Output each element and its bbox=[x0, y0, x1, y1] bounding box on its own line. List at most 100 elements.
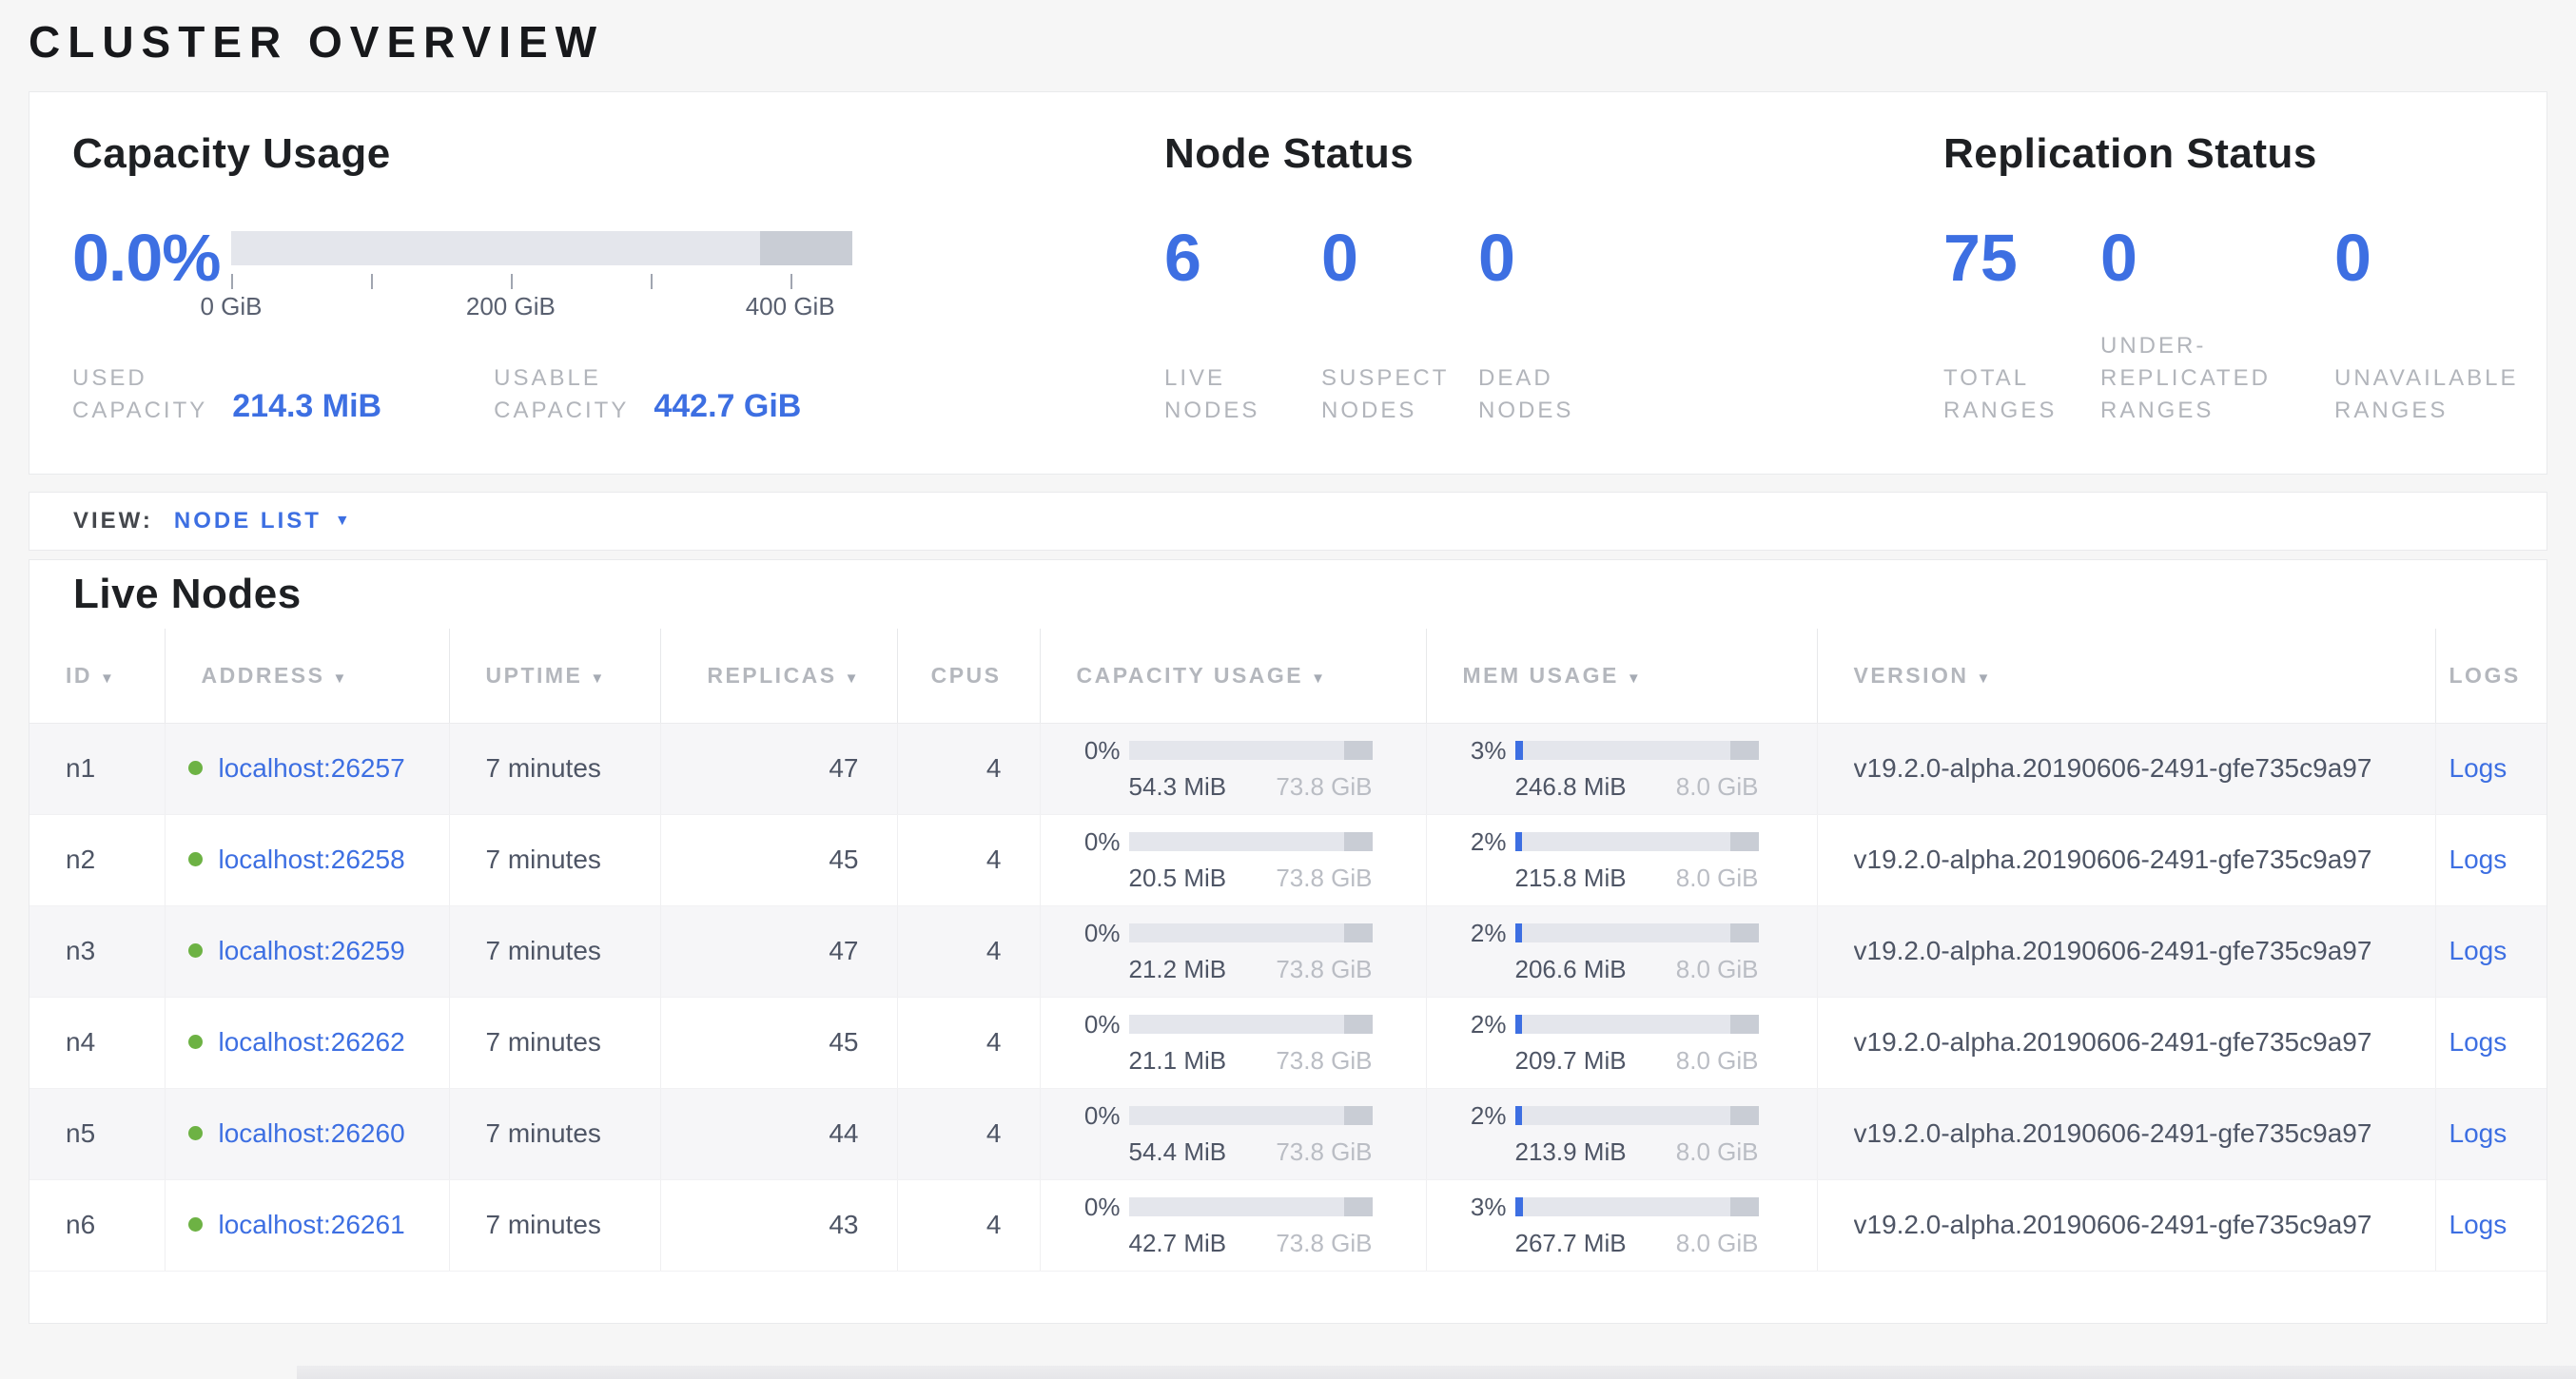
node-version-cell: v19.2.0-alpha.20190606-2491-gfe735c9a97 bbox=[1817, 814, 2435, 905]
capacity-gauge: 0 GiB 200 GiB 400 GiB bbox=[231, 220, 852, 328]
node-replicas-cell: 45 bbox=[660, 997, 897, 1088]
node-live-status-dot bbox=[188, 1035, 203, 1049]
node-version-cell: v19.2.0-alpha.20190606-2491-gfe735c9a97 bbox=[1817, 723, 2435, 814]
node-uptime-cell: 7 minutes bbox=[449, 905, 660, 997]
total-ranges-stat: 75 TOTAL RANGES bbox=[1943, 220, 2100, 427]
node-address-link[interactable]: localhost:26262 bbox=[219, 1027, 405, 1057]
node-logs-cell: Logs bbox=[2435, 814, 2547, 905]
mem-used-fill bbox=[1515, 1015, 1522, 1034]
table-row: n5 localhost:26260 7 minutes 44 4 0% 54.… bbox=[29, 1088, 2547, 1179]
table-row: n1 localhost:26257 7 minutes 47 4 0% 54.… bbox=[29, 723, 2547, 814]
node-id-cell: n2 bbox=[29, 814, 165, 905]
capacity-reserved-segment bbox=[1344, 832, 1372, 851]
view-label: VIEW: bbox=[73, 508, 153, 534]
node-logs-link[interactable]: Logs bbox=[2449, 936, 2508, 965]
node-logs-link[interactable]: Logs bbox=[2449, 1027, 2508, 1057]
node-logs-link[interactable]: Logs bbox=[2449, 1210, 2508, 1239]
live-nodes-card: Live Nodes ID▼ ADDRESS▼ UPTIME▼ REPLICAS… bbox=[29, 559, 2547, 1324]
column-header-capacity-usage[interactable]: CAPACITY USAGE▼ bbox=[1040, 629, 1426, 723]
axis-tick bbox=[371, 274, 373, 289]
node-mem-usage-cell: 3% 267.7 MiB 8.0 GiB bbox=[1426, 1179, 1817, 1271]
column-header-replicas[interactable]: REPLICAS▼ bbox=[660, 629, 897, 723]
column-header-cpus: CPUS bbox=[897, 629, 1040, 723]
mem-usage-bar bbox=[1515, 832, 1759, 851]
node-replicas-cell: 47 bbox=[660, 905, 897, 997]
node-address-cell: localhost:26262 bbox=[165, 997, 449, 1088]
mem-used-fill bbox=[1515, 832, 1522, 851]
sort-desc-icon: ▼ bbox=[100, 670, 114, 687]
node-logs-link[interactable]: Logs bbox=[2449, 845, 2508, 874]
view-bar: VIEW: NODE LIST ▼ bbox=[29, 492, 2547, 551]
node-capacity-usage-cell: 0% 42.7 MiB 73.8 GiB bbox=[1040, 1179, 1426, 1271]
suspect-nodes-stat: 0 SUSPECT NODES bbox=[1321, 220, 1478, 427]
node-address-link[interactable]: localhost:26257 bbox=[219, 753, 405, 783]
node-version-cell: v19.2.0-alpha.20190606-2491-gfe735c9a97 bbox=[1817, 997, 2435, 1088]
node-live-status-dot bbox=[188, 761, 203, 775]
replication-status-title: Replication Status bbox=[1943, 128, 2504, 180]
node-version-cell: v19.2.0-alpha.20190606-2491-gfe735c9a97 bbox=[1817, 905, 2435, 997]
sort-desc-icon: ▼ bbox=[845, 670, 859, 687]
node-capacity-usage-cell: 0% 21.2 MiB 73.8 GiB bbox=[1040, 905, 1426, 997]
node-status-section: Node Status 6 LIVE NODES 0 SUSPECT bbox=[1164, 128, 1943, 436]
axis-tick bbox=[790, 274, 792, 289]
node-mem-usage-cell: 2% 215.8 MiB 8.0 GiB bbox=[1426, 814, 1817, 905]
usable-capacity-value: 442.7 GiB bbox=[654, 388, 801, 425]
node-uptime-cell: 7 minutes bbox=[449, 723, 660, 814]
node-address-link[interactable]: localhost:26260 bbox=[219, 1118, 405, 1148]
node-address-link[interactable]: localhost:26261 bbox=[219, 1210, 405, 1239]
node-replicas-cell: 47 bbox=[660, 723, 897, 814]
sort-desc-icon: ▼ bbox=[1627, 670, 1641, 687]
node-uptime-cell: 7 minutes bbox=[449, 997, 660, 1088]
node-logs-link[interactable]: Logs bbox=[2449, 1118, 2508, 1148]
node-cpus-cell: 4 bbox=[897, 1179, 1040, 1271]
capacity-usage-bar bbox=[1129, 1106, 1373, 1125]
mem-used-fill bbox=[1515, 741, 1523, 760]
column-header-mem-usage[interactable]: MEM USAGE▼ bbox=[1426, 629, 1817, 723]
page-content: CLUSTER OVERVIEW Capacity Usage 0.0% bbox=[0, 0, 2576, 1324]
mem-used-fill bbox=[1515, 923, 1522, 942]
node-status-title: Node Status bbox=[1164, 128, 1943, 180]
mem-usage-bar bbox=[1515, 923, 1759, 942]
node-capacity-usage-cell: 0% 21.1 MiB 73.8 GiB bbox=[1040, 997, 1426, 1088]
node-address-cell: localhost:26258 bbox=[165, 814, 449, 905]
under-replicated-ranges-stat: 0 UNDER- REPLICATED RANGES bbox=[2100, 220, 2334, 427]
live-nodes-title: Live Nodes bbox=[73, 570, 2547, 619]
mem-usage-bar bbox=[1515, 1015, 1759, 1034]
column-header-uptime[interactable]: UPTIME▼ bbox=[449, 629, 660, 723]
axis-tick bbox=[231, 274, 233, 289]
capacity-reserved-segment bbox=[1344, 1015, 1372, 1034]
column-header-id[interactable]: ID▼ bbox=[29, 629, 165, 723]
mem-used-fill bbox=[1515, 1106, 1522, 1125]
node-address-link[interactable]: localhost:26258 bbox=[219, 845, 405, 874]
node-address-cell: localhost:26259 bbox=[165, 905, 449, 997]
node-capacity-usage-cell: 0% 54.3 MiB 73.8 GiB bbox=[1040, 723, 1426, 814]
bottom-shadow-band bbox=[297, 1366, 2576, 1379]
column-header-address[interactable]: ADDRESS▼ bbox=[165, 629, 449, 723]
capacity-bar bbox=[231, 231, 852, 265]
mem-usage-bar bbox=[1515, 741, 1759, 760]
node-address-link[interactable]: localhost:26259 bbox=[219, 936, 405, 965]
node-id-cell: n3 bbox=[29, 905, 165, 997]
node-live-status-dot bbox=[188, 852, 203, 866]
table-header-row: ID▼ ADDRESS▼ UPTIME▼ REPLICAS▼ CPUS CAPA… bbox=[29, 629, 2547, 723]
mem-reserved-segment bbox=[1730, 1197, 1758, 1216]
node-id-cell: n4 bbox=[29, 997, 165, 1088]
chevron-down-icon: ▼ bbox=[335, 513, 350, 530]
table-row: n2 localhost:26258 7 minutes 45 4 0% 20.… bbox=[29, 814, 2547, 905]
node-uptime-cell: 7 minutes bbox=[449, 1179, 660, 1271]
column-header-version[interactable]: VERSION▼ bbox=[1817, 629, 2435, 723]
node-id-cell: n6 bbox=[29, 1179, 165, 1271]
node-cpus-cell: 4 bbox=[897, 1088, 1040, 1179]
mem-usage-bar bbox=[1515, 1197, 1759, 1216]
capacity-usage-section: Capacity Usage 0.0% bbox=[72, 128, 1164, 436]
node-cpus-cell: 4 bbox=[897, 997, 1040, 1088]
node-logs-link[interactable]: Logs bbox=[2449, 753, 2508, 783]
usable-capacity-label: USABLE CAPACITY bbox=[494, 362, 629, 427]
capacity-usage-bar bbox=[1129, 1197, 1373, 1216]
capacity-usage-bar bbox=[1129, 1015, 1373, 1034]
mem-used-fill bbox=[1515, 1197, 1523, 1216]
view-dropdown[interactable]: NODE LIST ▼ bbox=[174, 508, 350, 534]
table-row: n6 localhost:26261 7 minutes 43 4 0% 42.… bbox=[29, 1179, 2547, 1271]
replication-status-section: Replication Status 75 TOTAL RANGES 0 UND… bbox=[1943, 128, 2504, 436]
node-cpus-cell: 4 bbox=[897, 905, 1040, 997]
